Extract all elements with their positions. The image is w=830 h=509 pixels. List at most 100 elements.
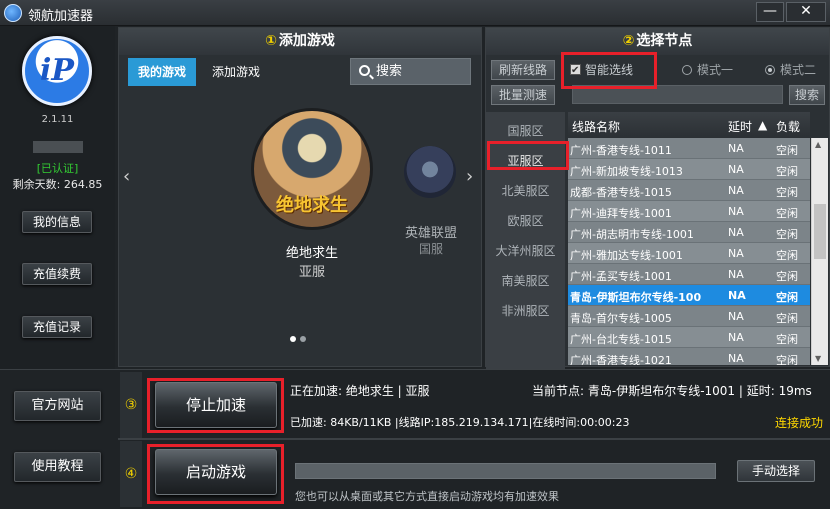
refresh-routes-button[interactable]: 刷新线路	[491, 60, 555, 80]
game-card-lol[interactable]	[404, 146, 456, 198]
step-3-number: ③	[120, 372, 142, 438]
route-row[interactable]: 广州-迪拜专线-1001 NA 空闲	[568, 201, 810, 222]
recharge-records-button[interactable]: 充值记录	[22, 316, 92, 338]
route-row[interactable]: 广州-雅加达专线-1001 NA 空闲	[568, 243, 810, 264]
route-row[interactable]: 广州-香港专线-1011 NA 空闲	[568, 138, 810, 159]
region-item-cn[interactable]: 国服区	[486, 122, 565, 139]
carousel-dot-active[interactable]	[290, 336, 296, 342]
game-search-button[interactable]: 搜索	[350, 58, 471, 85]
batch-speedtest-button[interactable]: 批量测速	[491, 85, 555, 105]
route-delay: NA	[728, 352, 744, 365]
speed-info: 已加速: 84KB/11KB |线路IP:185.219.134.171|在线时…	[290, 416, 630, 429]
recharge-button[interactable]: 充值续费	[22, 263, 92, 285]
route-delay: NA	[728, 205, 744, 218]
route-delay: NA	[728, 142, 744, 155]
add-game-title: 添加游戏	[278, 33, 335, 49]
route-row[interactable]: 广州-台北专线-1015 NA 空闲	[568, 327, 810, 348]
days-remaining: 剩余天数: 264.85	[12, 178, 103, 191]
region-item-oceania[interactable]: 大洋州服区	[486, 242, 565, 259]
route-load: 空闲	[776, 144, 798, 157]
scroll-down-icon[interactable]: ▼	[815, 354, 821, 363]
radio-selected-icon	[765, 65, 775, 75]
route-load: 空闲	[776, 291, 798, 304]
game-name: 英雄联盟	[404, 226, 457, 241]
route-row[interactable]: 广州-新加坡专线-1013 NA 空闲	[568, 159, 810, 180]
pubg-logo: 绝地求生	[276, 195, 348, 216]
route-delay: NA	[728, 163, 744, 176]
tab-add-game[interactable]: 添加游戏	[201, 58, 271, 86]
route-row[interactable]: 广州-孟买专线-1001 NA 空闲	[568, 264, 810, 285]
scroll-thumb[interactable]	[814, 204, 826, 259]
mode-two-label: 模式二	[780, 63, 817, 77]
title-bar: 领航加速器 — ✕	[0, 0, 830, 26]
step-1-number: ①	[265, 33, 277, 49]
route-name: 广州-台北专线-1015	[570, 333, 672, 346]
route-delay: NA	[728, 310, 744, 323]
node-search-button[interactable]: 搜索	[789, 85, 825, 105]
region-item-sa[interactable]: 南美服区	[486, 272, 565, 289]
carousel-next-icon[interactable]: ›	[466, 166, 473, 187]
mode-two-radio[interactable]: 模式二	[765, 61, 816, 78]
route-name: 广州-香港专线-1011	[570, 144, 672, 157]
search-icon	[359, 65, 370, 76]
minimize-button[interactable]: —	[756, 2, 784, 22]
divider	[118, 438, 830, 440]
brand-logo: iP	[22, 36, 92, 106]
route-table: 线路名称 延时 ▲ 负载 广州-香港专线-1011 NA 空闲 广州-新加坡专线-10…	[568, 112, 810, 365]
column-header-name[interactable]: 线路名称	[572, 118, 620, 135]
tutorial-button[interactable]: 使用教程	[14, 452, 101, 482]
game-search-label: 搜索	[376, 64, 403, 79]
node-search-input[interactable]	[572, 85, 783, 104]
launch-hint: 您也可以从桌面或其它方式直接启动游戏均有加速效果	[295, 490, 559, 503]
route-load: 空闲	[776, 228, 798, 241]
column-header-load[interactable]: 负载	[776, 118, 800, 135]
route-name: 广州-雅加达专线-1001	[570, 249, 683, 262]
carousel-prev-icon[interactable]: ‹	[123, 166, 130, 187]
official-site-button[interactable]: 官方网站	[14, 391, 101, 421]
region-item-eu[interactable]: 欧服区	[486, 212, 565, 229]
region-item-asia[interactable]: 亚服区	[486, 152, 565, 169]
column-header-delay[interactable]: 延时	[728, 118, 752, 135]
route-row[interactable]: 成都-香港专线-1015 NA 空闲	[568, 180, 810, 201]
verified-badge: [已认证]	[36, 162, 79, 175]
game-card-pubg[interactable]: 绝地求生	[251, 108, 373, 230]
select-node-header: ② 选择节点	[486, 28, 829, 55]
route-delay: NA	[728, 184, 744, 197]
scroll-up-icon[interactable]: ▲	[815, 140, 821, 149]
route-row[interactable]: 青岛-首尔专线-1005 NA 空闲	[568, 306, 810, 327]
app-logo-icon	[4, 4, 22, 22]
sort-ascending-icon[interactable]: ▲	[758, 118, 767, 132]
stop-acceleration-button[interactable]: 停止加速	[155, 382, 277, 428]
region-item-africa[interactable]: 非洲服区	[486, 302, 565, 319]
manual-select-button[interactable]: 手动选择	[737, 460, 815, 482]
route-name: 广州-胡志明市专线-1001	[570, 228, 694, 241]
bottom-bar: 官方网站 使用教程 ③ 停止加速 正在加速: 绝地求生 | 亚服 当前节点: 青…	[0, 369, 830, 509]
route-table-header: 线路名称 延时 ▲ 负载	[568, 112, 810, 138]
step-2-number: ②	[622, 33, 635, 49]
username-placeholder	[33, 141, 83, 153]
route-name: 广州-新加坡专线-1013	[570, 165, 683, 178]
route-load: 空闲	[776, 270, 798, 283]
launch-game-button[interactable]: 启动游戏	[155, 449, 277, 495]
game-region: 亚服	[298, 265, 325, 280]
mode-one-label: 模式一	[697, 63, 734, 77]
connection-status: 连接成功	[775, 416, 824, 430]
route-scrollbar[interactable]: ▲ ▼	[811, 138, 828, 365]
step-4-number: ④	[120, 441, 142, 507]
tab-my-games[interactable]: 我的游戏	[128, 58, 196, 86]
route-row[interactable]: 广州-香港专线-1021 NA 空闲	[568, 348, 810, 365]
checkbox-checked-icon	[570, 61, 581, 81]
region-item-na[interactable]: 北美服区	[486, 182, 565, 199]
mode-one-radio[interactable]: 模式一	[682, 61, 733, 78]
route-row-selected[interactable]: 青岛-伊斯坦布尔专线-100 NA 空闲	[568, 285, 810, 306]
route-load: 空闲	[776, 354, 798, 365]
route-delay: NA	[728, 268, 744, 281]
carousel-dot[interactable]	[300, 336, 306, 342]
route-load: 空闲	[776, 249, 798, 262]
add-game-header: ① 添加游戏	[119, 28, 481, 55]
route-row[interactable]: 广州-胡志明市专线-1001 NA 空闲	[568, 222, 810, 243]
route-load: 空闲	[776, 165, 798, 178]
close-button[interactable]: ✕	[786, 2, 826, 22]
my-info-button[interactable]: 我的信息	[22, 211, 92, 233]
smart-route-checkbox[interactable]: 智能选线	[570, 60, 642, 82]
